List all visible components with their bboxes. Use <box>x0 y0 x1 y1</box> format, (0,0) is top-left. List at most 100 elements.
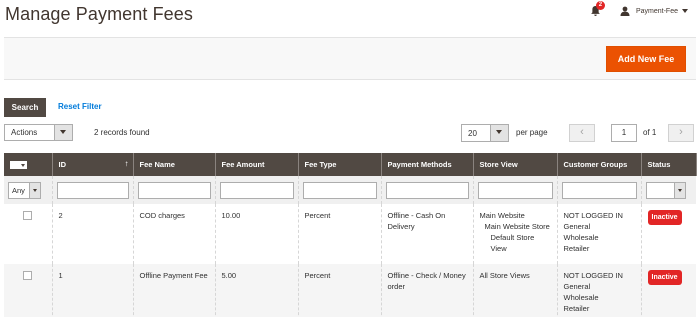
store-view-view: Default Store View <box>490 233 535 253</box>
current-page-input[interactable]: 1 <box>611 124 637 142</box>
customer-group: General <box>563 222 591 231</box>
cell-payment-methods: Offline - Cash On Delivery <box>380 204 473 264</box>
row-select-cell <box>4 204 52 264</box>
filter-cell-id <box>51 176 133 204</box>
user-icon <box>620 6 630 16</box>
page-actions-bar: Add New Fee <box>4 37 696 80</box>
column-label: Status <box>647 160 671 169</box>
filter-cell-store-view <box>472 176 557 204</box>
per-page-value: 20 <box>468 129 477 138</box>
column-header-fee-amount[interactable]: Fee Amount <box>214 153 299 176</box>
status-badge: Inactive <box>647 210 682 225</box>
column-label: Payment Methods <box>387 160 452 169</box>
cell-id: 2 <box>51 204 133 264</box>
status-badge: Inactive <box>647 270 682 285</box>
cell-fee-amount: 5.00 <box>214 264 298 317</box>
filter-cell-payment-methods <box>380 176 473 204</box>
customer-group: Wholesale <box>563 293 599 302</box>
mass-select-header[interactable] <box>4 153 53 176</box>
column-label: Fee Type <box>304 160 337 169</box>
row-checkbox[interactable] <box>23 271 33 280</box>
cell-fee-type: Percent <box>297 204 381 264</box>
reset-filter-link[interactable]: Reset Filter <box>58 102 102 111</box>
grid-filter-row: Any <box>4 176 696 204</box>
table-row[interactable]: 1 Offline Payment Fee 5.00 Percent Offli… <box>4 264 696 317</box>
notifications-button[interactable]: 2 <box>590 1 605 18</box>
column-header-payment-methods[interactable]: Payment Methods <box>380 153 474 176</box>
user-name: Payment-Fee <box>635 7 678 15</box>
chevron-down-icon <box>21 164 25 167</box>
store-view-store: Main Website Store <box>484 222 550 231</box>
column-header-store-view[interactable]: Store View <box>472 153 558 176</box>
mass-select-checkbox[interactable] <box>10 161 27 169</box>
filter-cell-fee-amount <box>214 176 298 204</box>
cell-payment-methods: Offline - Check / Money order <box>380 264 473 317</box>
customer-group: NOT LOGGED IN <box>563 271 623 280</box>
cell-fee-name: COD charges <box>132 204 215 264</box>
grid-header-row: ID ↑ Fee Name Fee Amount Fee Type Payment… <box>4 153 697 176</box>
admin-user-header: 2 Payment-Fee <box>590 1 688 18</box>
column-header-id[interactable]: ID ↑ <box>51 153 134 176</box>
filter-cell-fee-type <box>297 176 381 204</box>
customer-group: Wholesale <box>563 233 599 242</box>
previous-page-button[interactable]: ‹ <box>569 124 595 142</box>
filter-fee-name-input[interactable] <box>137 181 211 199</box>
customer-group: Retailer <box>563 304 590 313</box>
records-found: 2 records found <box>94 128 150 137</box>
column-label: Fee Amount <box>221 160 265 169</box>
chevron-down-icon <box>677 188 682 192</box>
cell-status: Inactive <box>640 204 696 264</box>
user-menu[interactable]: Payment-Fee <box>620 6 688 16</box>
dropdown-toggle <box>54 125 72 140</box>
filter-cell-fee-name <box>132 176 215 204</box>
mass-actions-select[interactable]: Actions <box>4 124 73 141</box>
column-label: Customer Groups <box>563 160 628 169</box>
dropdown-toggle <box>673 182 685 198</box>
customer-group: Retailer <box>563 244 590 253</box>
customer-group: NOT LOGGED IN <box>563 211 623 220</box>
filter-payment-methods-input[interactable] <box>385 181 469 199</box>
cell-fee-type: Percent <box>297 264 381 317</box>
dropdown-toggle <box>490 125 508 141</box>
filter-any-label: Any <box>12 185 25 195</box>
per-page-select[interactable]: 20 <box>461 124 509 142</box>
chevron-down-icon <box>682 9 688 13</box>
payment-fees-grid: ID ↑ Fee Name Fee Amount Fee Type Payment… <box>4 153 697 317</box>
search-button[interactable]: Search <box>4 98 46 117</box>
table-row[interactable]: 2 COD charges 10.00 Percent Offline - Ca… <box>4 204 696 264</box>
row-checkbox[interactable] <box>23 211 33 220</box>
chevron-right-icon: › <box>679 126 683 138</box>
mass-actions-label: Actions <box>11 128 38 137</box>
column-header-fee-type[interactable]: Fee Type <box>297 153 382 176</box>
column-header-status[interactable]: Status <box>640 153 697 176</box>
filter-fee-type-input[interactable] <box>302 181 377 199</box>
column-label: Store View <box>479 160 518 169</box>
filter-store-view-input[interactable] <box>477 181 553 199</box>
filter-cell-status <box>640 176 696 204</box>
row-select-cell <box>4 264 52 317</box>
filter-id-input[interactable] <box>56 181 129 199</box>
cell-customer-groups: NOT LOGGED IN General Wholesale Retailer <box>556 264 641 317</box>
next-page-button[interactable]: › <box>668 124 694 142</box>
filter-any-select[interactable]: Any <box>8 181 41 199</box>
page-title: Manage Payment Fees <box>5 4 193 24</box>
column-label: Fee Name <box>139 160 175 169</box>
column-header-fee-name[interactable]: Fee Name <box>132 153 216 176</box>
cell-status: Inactive <box>640 264 696 317</box>
filter-customer-groups-input[interactable] <box>561 181 637 199</box>
total-pages-label: of 1 <box>643 128 657 137</box>
filter-status-select[interactable] <box>645 181 686 199</box>
customer-group: General <box>563 282 591 291</box>
chevron-down-icon <box>496 130 502 134</box>
store-view-website: Main Website <box>479 211 525 220</box>
column-header-customer-groups[interactable]: Customer Groups <box>556 153 642 176</box>
cell-fee-name: Offline Payment Fee <box>132 264 215 317</box>
notification-count-badge: 2 <box>595 1 605 10</box>
filter-fee-amount-input[interactable] <box>219 181 294 199</box>
cell-customer-groups: NOT LOGGED IN General Wholesale Retailer <box>556 204 641 264</box>
column-label: ID <box>58 160 67 169</box>
add-new-fee-button[interactable]: Add New Fee <box>606 46 686 72</box>
per-page-label: per page <box>516 128 548 137</box>
cell-store-view: Main Website Main Website Store Default … <box>472 204 557 264</box>
store-view-all: All Store Views <box>479 271 530 280</box>
